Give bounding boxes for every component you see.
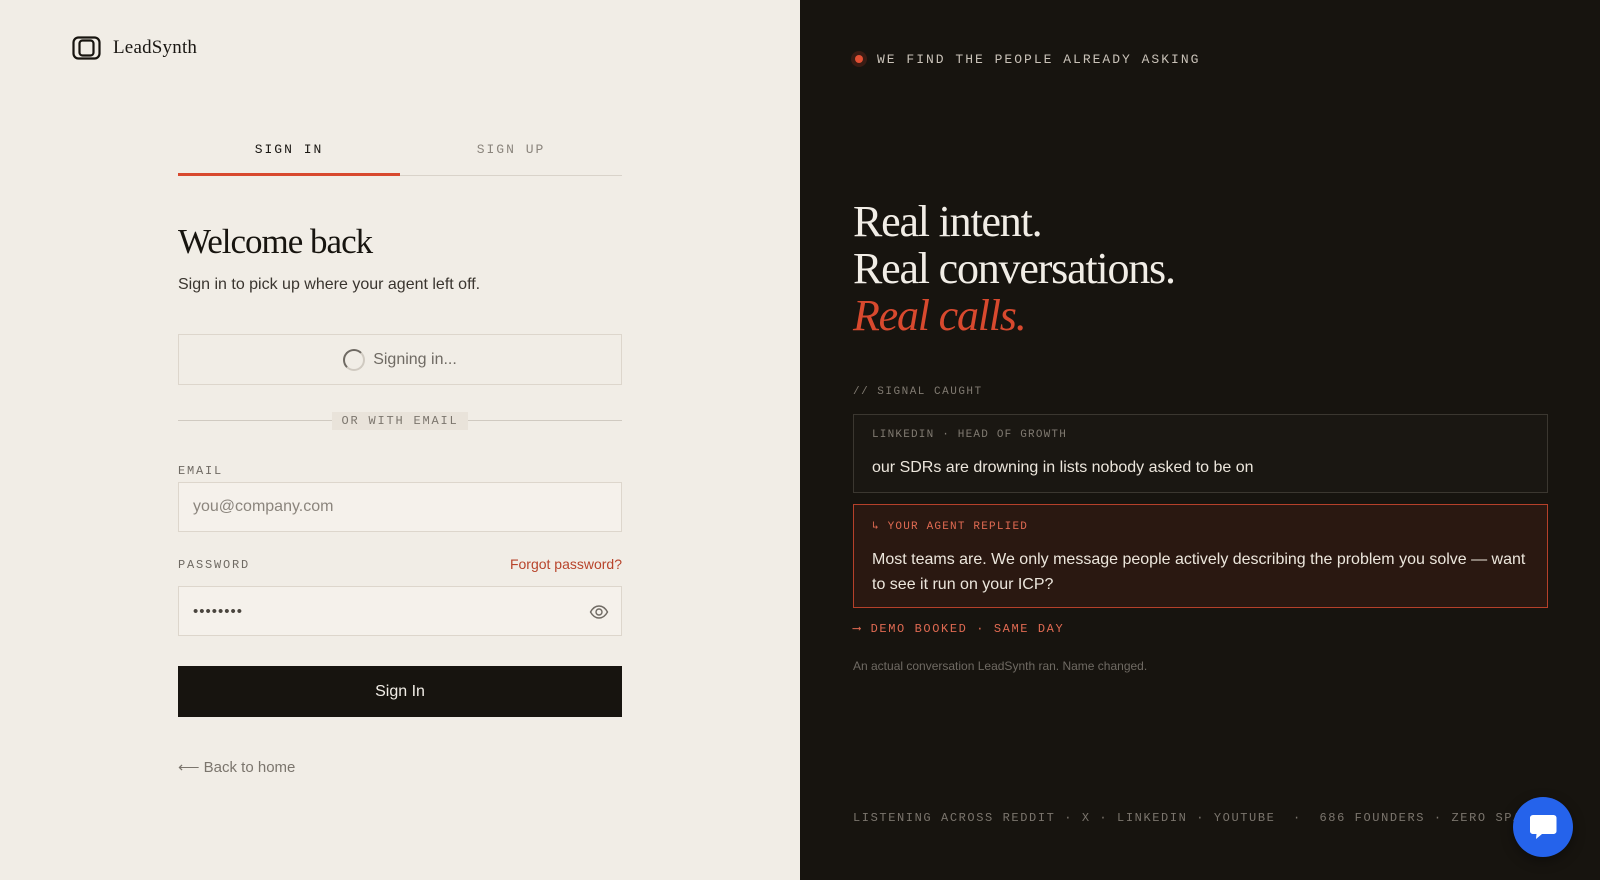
signal-card: LINKEDIN · HEAD OF GROWTH our SDRs are d… [853, 414, 1548, 493]
email-divider: OR WITH EMAIL [178, 412, 622, 430]
tab-sign-up[interactable]: SIGN UP [400, 130, 622, 175]
headline-line-3: Real calls. [853, 291, 1027, 340]
tab-sign-in[interactable]: SIGN IN [178, 130, 400, 176]
chat-button[interactable] [1513, 797, 1573, 857]
tagline-text: WE FIND THE PEOPLE ALREADY ASKING [877, 51, 1201, 67]
promo-headline: Real intent. Real conversations. Real ca… [853, 197, 1176, 340]
oauth-signin-button[interactable]: Signing in... [178, 334, 622, 385]
signal-card-text: our SDRs are drowning in lists nobody as… [872, 459, 1254, 476]
spinner-icon [343, 348, 366, 371]
page-subtitle: Sign in to pick up where your agent left… [178, 276, 481, 293]
conversation-footnote: An actual conversation LeadSynth ran. Na… [853, 659, 1148, 673]
chat-icon [1530, 815, 1557, 839]
headline-line-2: Real conversations. [853, 244, 1176, 293]
sign-in-button[interactable]: Sign In [178, 666, 622, 717]
back-to-home-link[interactable]: ⟵ Back to home [178, 758, 295, 776]
listening-footer: LISTENING ACROSS REDDIT · X · LINKEDIN ·… [853, 811, 1531, 825]
brand-name: LeadSynth [113, 37, 198, 58]
demo-booked-label: ⟶ DEMO BOOKED · SAME DAY [853, 622, 1065, 636]
headline-line-1: Real intent. [853, 197, 1043, 246]
email-field[interactable]: you@company.com [178, 482, 622, 532]
email-label: EMAIL [178, 464, 224, 478]
oauth-status-label: Signing in... [373, 350, 457, 368]
password-field[interactable]: •••••••• [178, 586, 622, 636]
agent-reply-meta: ↳ YOUR AGENT REPLIED [872, 521, 1029, 533]
logo-mark-icon [72, 36, 101, 60]
auth-panel: LeadSynth SIGN IN SIGN UP Welcome back S… [0, 0, 800, 880]
email-placeholder: you@company.com [193, 498, 334, 515]
page-title: Welcome back [178, 222, 373, 261]
promo-panel: WE FIND THE PEOPLE ALREADY ASKING Real i… [800, 0, 1600, 880]
agent-reply-text: Most teams are. We only message people a… [872, 551, 1526, 593]
brand-logo[interactable]: LeadSynth [72, 36, 197, 60]
signal-card-meta: LINKEDIN · HEAD OF GROWTH [872, 429, 1068, 441]
auth-tabs: SIGN IN SIGN UP [178, 130, 622, 176]
agent-reply-card: ↳ YOUR AGENT REPLIED Most teams are. We … [853, 504, 1548, 608]
password-label: PASSWORD [178, 558, 251, 572]
live-dot-icon [851, 51, 867, 67]
eye-icon[interactable] [589, 602, 609, 622]
divider-label: OR WITH EMAIL [332, 412, 468, 430]
forgot-password-link[interactable]: Forgot password? [510, 556, 622, 572]
signal-caught-label: // SIGNAL CAUGHT [853, 386, 983, 398]
promo-tagline: WE FIND THE PEOPLE ALREADY ASKING [851, 51, 1200, 67]
password-value: •••••••• [193, 602, 244, 620]
